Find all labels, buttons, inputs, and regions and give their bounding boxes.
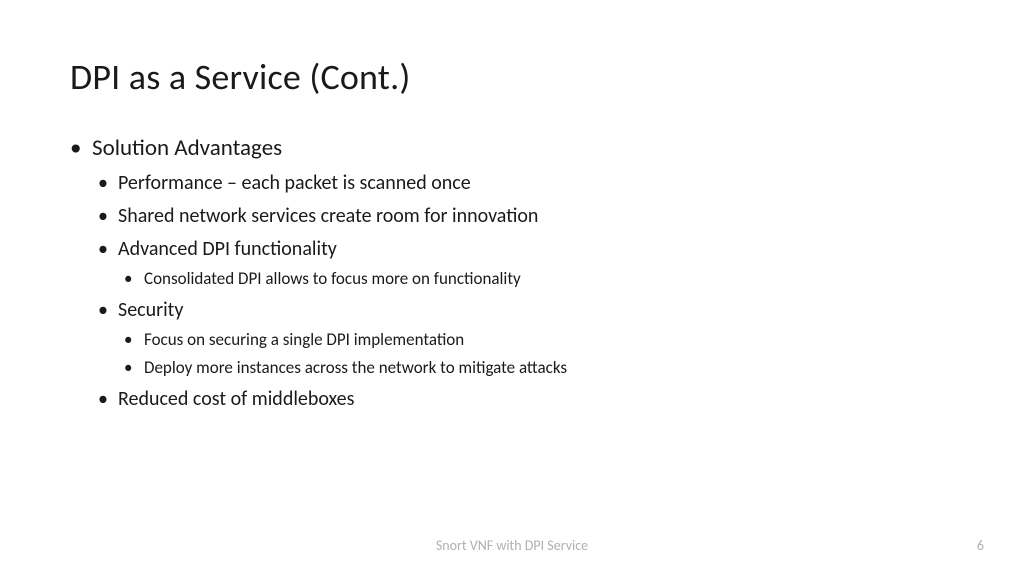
bullet-list-level1: Solution Advantages Performance – each p… <box>70 133 954 413</box>
list-item: Shared network services create room for … <box>92 203 954 230</box>
list-item: Focus on securing a single DPI implement… <box>118 329 954 352</box>
list-item: Performance – each packet is scanned onc… <box>92 170 954 197</box>
footer-text: Snort VNF with DPI Service <box>0 537 1024 554</box>
bullet-list-level3: Consolidated DPI allows to focus more on… <box>118 268 954 291</box>
bullet-list-level2: Performance – each packet is scanned onc… <box>92 170 954 413</box>
list-item-label: Advanced DPI functionality <box>118 237 337 261</box>
list-item: Consolidated DPI allows to focus more on… <box>118 268 954 291</box>
page-number: 6 <box>977 537 984 554</box>
list-item-label: Solution Advantages <box>92 134 282 162</box>
list-item: Advanced DPI functionality Consolidated … <box>92 236 954 291</box>
slide-title: DPI as a Service (Cont.) <box>70 55 954 99</box>
bullet-list-level3: Focus on securing a single DPI implement… <box>118 329 954 380</box>
list-item-label: Focus on securing a single DPI implement… <box>144 329 464 350</box>
list-item-label: Consolidated DPI allows to focus more on… <box>144 268 521 289</box>
list-item-label: Deploy more instances across the network… <box>144 357 567 378</box>
list-item: Reduced cost of middleboxes <box>92 386 954 413</box>
list-item-label: Security <box>118 298 183 322</box>
slide: DPI as a Service (Cont.) Solution Advant… <box>0 0 1024 576</box>
list-item: Security Focus on securing a single DPI … <box>92 297 954 380</box>
list-item-label: Shared network services create room for … <box>118 204 538 228</box>
list-item-label: Performance – each packet is scanned onc… <box>118 171 471 195</box>
list-item: Deploy more instances across the network… <box>118 357 954 380</box>
list-item: Solution Advantages Performance – each p… <box>70 133 954 413</box>
list-item-label: Reduced cost of middleboxes <box>118 387 354 411</box>
